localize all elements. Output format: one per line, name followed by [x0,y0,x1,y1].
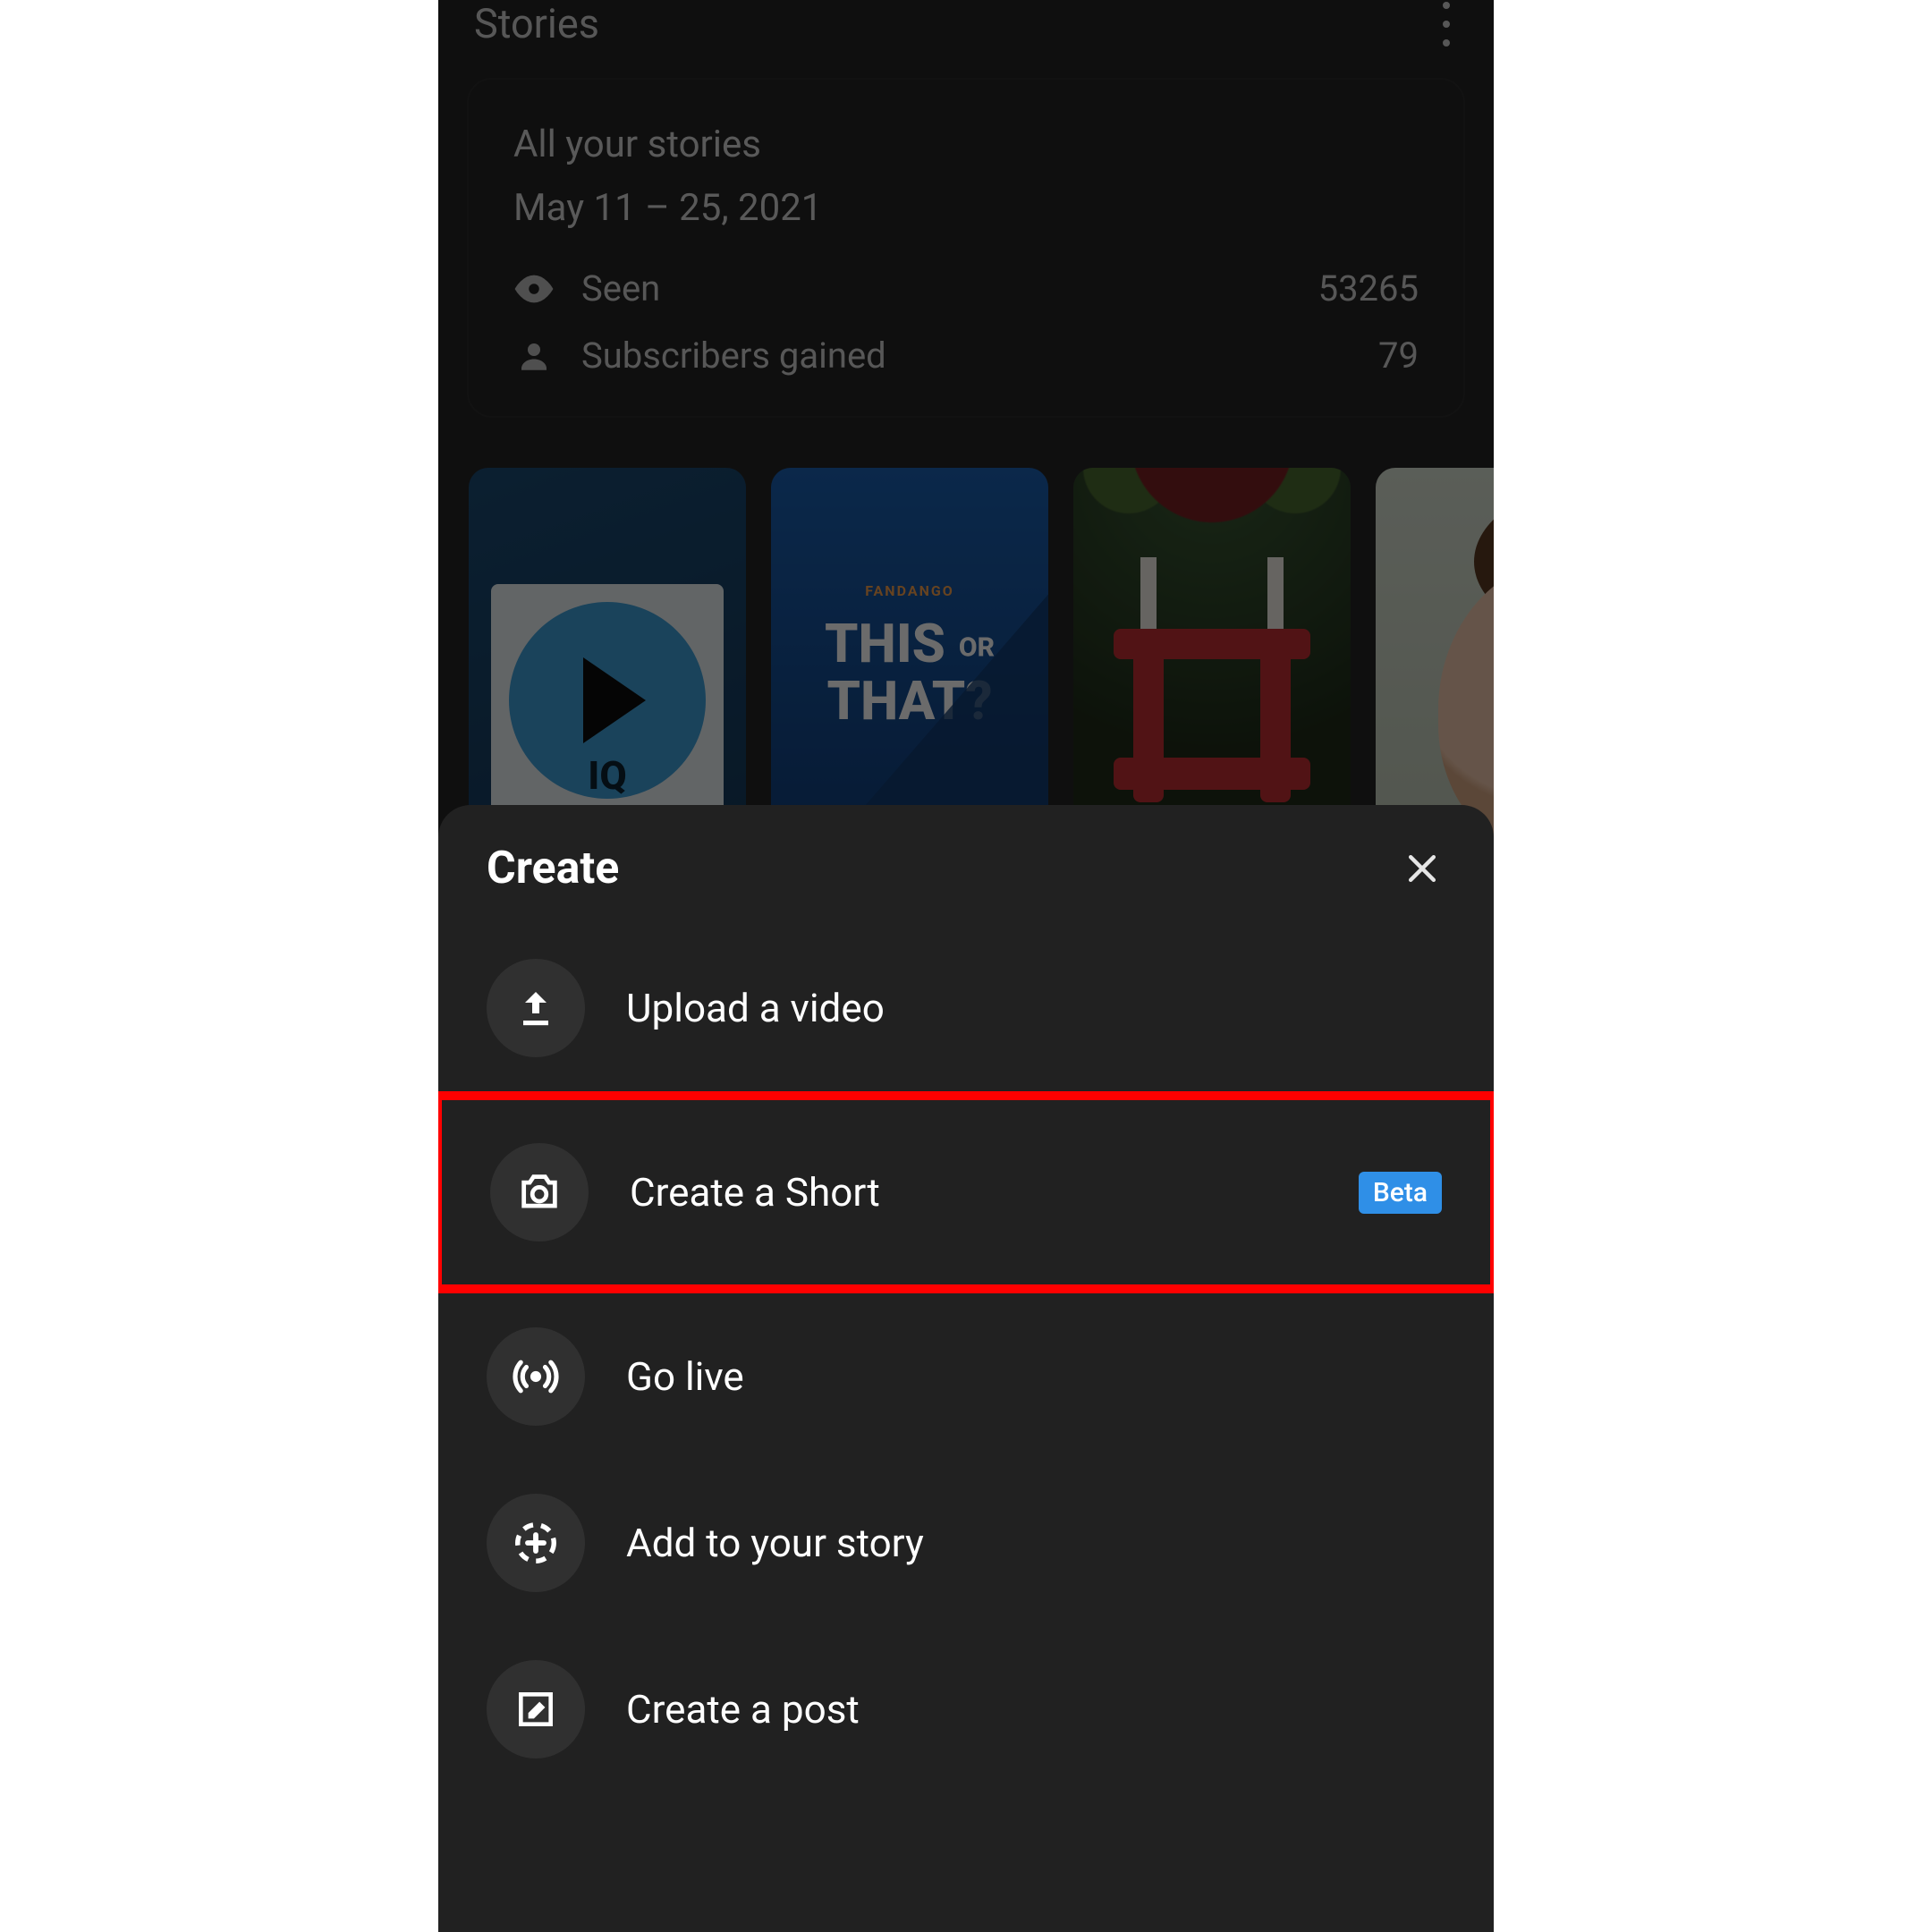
upload-icon [487,959,585,1057]
item-create-post[interactable]: Create a post [438,1626,1494,1792]
person-icon [513,335,555,377]
camera-icon [490,1143,589,1241]
beta-badge: Beta [1359,1172,1442,1214]
item-create-post-label: Create a post [626,1686,860,1733]
compose-icon [487,1660,585,1758]
live-icon [487,1327,585,1426]
more-options-icon[interactable] [1442,2,1451,47]
story-thumb-3[interactable] [1073,468,1351,843]
stat-subs-value: 79 [1378,335,1419,377]
stories-summary-card[interactable]: All your stories May 11 – 25, 2021 Seen … [467,78,1465,418]
create-bottom-sheet: Create Upload a video [438,805,1494,1932]
stat-seen-value: 53265 [1318,267,1419,309]
item-go-live[interactable]: Go live [438,1293,1494,1460]
app-screen: Stories All your stories May 11 – 25, 20… [438,0,1494,1932]
story-thumbnails: IQ FANDANGO THIS ORTHAT? [469,468,1494,843]
item-add-story-label: Add to your story [626,1520,924,1566]
card-date-range: May 11 – 25, 2021 [513,186,1419,230]
page-title: Stories [474,0,599,47]
story-thumb-2[interactable]: FANDANGO THIS ORTHAT? [771,468,1048,843]
item-create-short-label: Create a Short [630,1169,880,1216]
story-thumb-1[interactable]: IQ [469,468,746,843]
add-story-icon [487,1494,585,1592]
stat-seen-label: Seen [581,267,660,309]
close-icon[interactable] [1399,845,1445,892]
sheet-title: Create [487,843,619,894]
card-title: All your stories [513,123,1419,166]
story-thumb-4[interactable] [1376,468,1494,843]
stat-subs-label: Subscribers gained [581,335,886,377]
thumb1-label: IQ [588,752,626,799]
stat-subs: Subscribers gained 79 [513,335,1419,377]
item-upload-label: Upload a video [626,985,885,1031]
item-go-live-label: Go live [626,1353,744,1400]
stat-seen: Seen 53265 [513,267,1419,309]
eye-icon [513,268,555,309]
item-create-short[interactable]: Create a Short Beta [442,1100,1490,1284]
item-upload-video[interactable]: Upload a video [438,925,1494,1091]
item-add-story[interactable]: Add to your story [438,1460,1494,1626]
